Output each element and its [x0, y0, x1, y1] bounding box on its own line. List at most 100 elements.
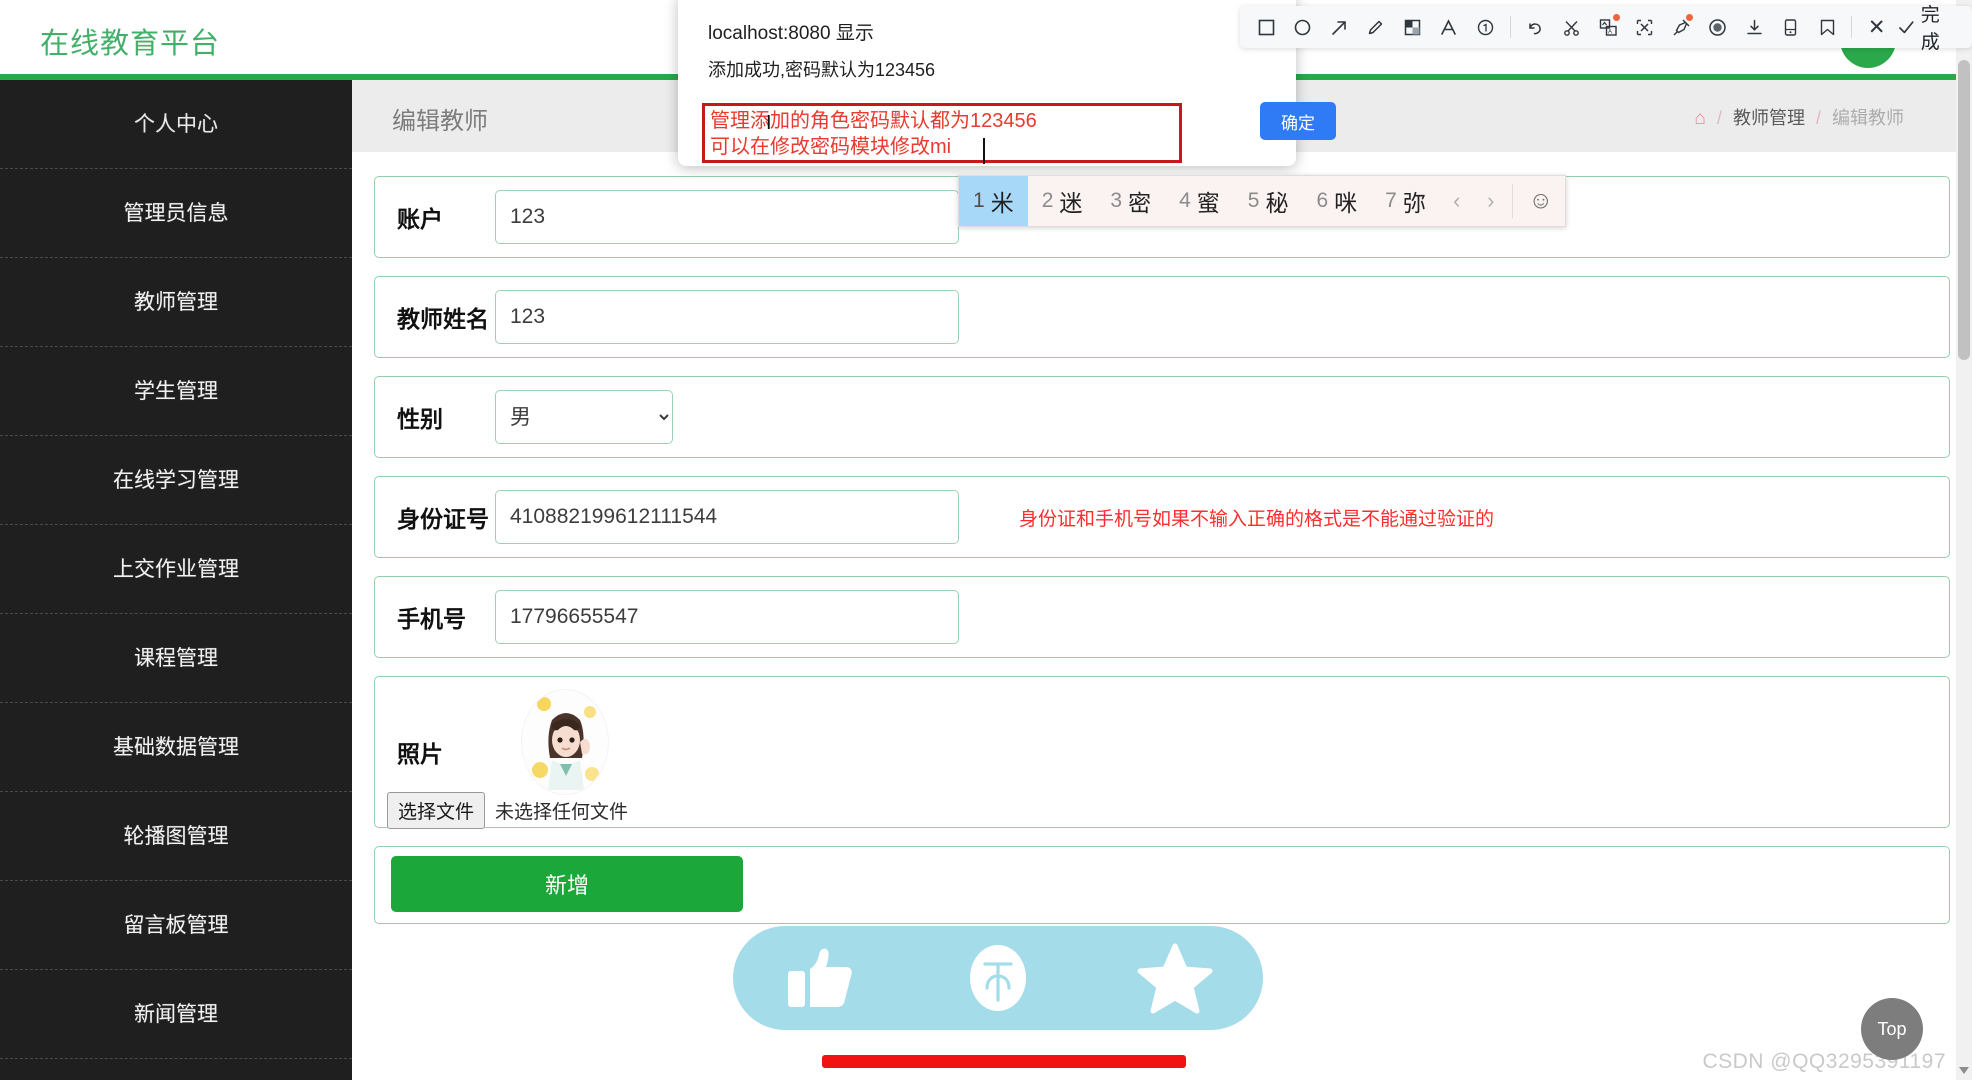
sidebar-item-homework-submission[interactable]: 上交作业管理 — [0, 525, 352, 614]
label-gender: 性别 — [397, 406, 443, 432]
home-icon[interactable]: ⌂ — [1694, 108, 1705, 129]
screenshot-toolbar: A ✕ 完成 — [1240, 5, 1972, 53]
confirm-done-button[interactable]: 完成 — [1895, 0, 1964, 54]
teacher-photo-preview — [521, 689, 609, 795]
submit-button[interactable]: 新增 — [391, 856, 743, 912]
breadcrumb-parent[interactable]: 教师管理 — [1733, 108, 1805, 128]
rectangle-icon[interactable] — [1251, 12, 1282, 43]
svg-text:A: A — [1608, 29, 1612, 35]
ime-candidate-7-number: 7 — [1385, 189, 1397, 212]
site-title: 在线教育平台 — [40, 28, 221, 60]
sidebar-item-carousel[interactable]: 轮播图管理 — [0, 792, 352, 881]
ime-candidate-1[interactable]: 1 米 — [959, 176, 1028, 226]
form-row-teacher-name: 教师姓名 — [374, 276, 1950, 358]
label-phone: 手机号 — [397, 606, 466, 632]
page-title: 编辑教师 — [392, 108, 488, 135]
ime-candidate-6-word: 咪 — [1334, 190, 1358, 216]
sidebar-item-admin-info[interactable]: 管理员信息 — [0, 169, 352, 258]
record-icon[interactable] — [1702, 12, 1733, 43]
scrollbar-thumb[interactable] — [1958, 60, 1970, 360]
mosaic-icon[interactable] — [1397, 12, 1428, 43]
back-to-top-button[interactable]: Top — [1861, 998, 1923, 1060]
sidebar-item-personal-center[interactable]: 个人中心 — [0, 80, 352, 169]
teacher-form: 账户 教师姓名 性别 男 女 身份证号 身份证和手机号如果不输入正确的格式 — [352, 176, 1972, 924]
breadcrumb-separator-1: / — [1716, 108, 1722, 128]
app-root: 在线教育平台 个人中心 管理员信息 教师管理 学生管理 在线学习管理 上交作业管… — [0, 0, 1972, 1080]
teacher-name-input[interactable] — [495, 290, 959, 344]
scissors-icon[interactable] — [1556, 12, 1587, 43]
close-icon[interactable]: ✕ — [1861, 12, 1892, 43]
sidebar-item-student-management[interactable]: 学生管理 — [0, 347, 352, 436]
ime-candidate-3[interactable]: 3 密 — [1096, 176, 1165, 226]
ime-candidate-1-number: 1 — [973, 189, 985, 212]
sidebar-item-news[interactable]: 新闻管理 — [0, 970, 352, 1059]
done-label: 完成 — [1920, 5, 1940, 53]
annotation-line-1: 管理添加的角色密码默认都为123456 — [710, 110, 1037, 132]
check-icon — [1899, 20, 1914, 33]
gender-select[interactable]: 男 女 — [495, 390, 673, 444]
download-icon[interactable] — [1739, 12, 1770, 43]
ime-prev-page-icon[interactable]: ‹ — [1440, 176, 1474, 226]
breadcrumb: ⌂ / 教师管理 / 编辑教师 — [1694, 104, 1904, 130]
photo-file-control: 选择文件 未选择任何文件 — [387, 792, 628, 829]
ime-candidate-2-word: 迷 — [1059, 190, 1083, 216]
form-row-phone: 手机号 — [374, 576, 1950, 658]
sidebar-item-message-board[interactable]: 留言板管理 — [0, 881, 352, 970]
arrow-icon[interactable] — [1324, 12, 1355, 43]
dialog-origin-text: localhost:8080 显示 — [708, 23, 874, 44]
ime-emoji-icon[interactable]: ☺ — [1517, 176, 1565, 226]
toolbar-divider-1 — [1509, 16, 1511, 38]
sidebar-item-teacher-management[interactable]: 教师管理 — [0, 258, 352, 347]
dialog-ok-button[interactable]: 确定 — [1260, 102, 1336, 140]
send-to-phone-icon[interactable] — [1775, 12, 1806, 43]
ime-candidate-5[interactable]: 5 秘 — [1234, 176, 1303, 226]
id-card-input[interactable] — [495, 490, 959, 544]
ime-candidate-3-word: 密 — [1128, 190, 1152, 216]
text-icon[interactable] — [1434, 12, 1465, 43]
translate-icon[interactable] — [1629, 12, 1660, 43]
annotation-line-2: 可以在修改密码模块修改mi — [710, 136, 952, 158]
csdn-bu-icon[interactable] — [952, 939, 1044, 1017]
ime-next-page-icon[interactable]: › — [1474, 176, 1508, 226]
sidebar-item-online-learning[interactable]: 在线学习管理 — [0, 436, 352, 525]
thumbs-up-icon[interactable] — [775, 939, 867, 1017]
ime-candidate-7-word: 弥 — [1402, 190, 1426, 216]
annotation-underline — [822, 1055, 1186, 1068]
ime-candidate-2[interactable]: 2 迷 — [1028, 176, 1097, 226]
pin-icon[interactable] — [1666, 12, 1697, 43]
ocr-icon[interactable]: A — [1593, 12, 1624, 43]
ime-candidate-4[interactable]: 4 蜜 — [1165, 176, 1234, 226]
ime-divider — [1511, 184, 1513, 218]
text-cursor-icon: I — [766, 112, 772, 134]
ime-candidate-6[interactable]: 6 咪 — [1302, 176, 1371, 226]
ime-candidate-bar: 1 米 2 迷 3 密 4 蜜 5 秘 6 咪 7 弥 ‹ › ☺ — [958, 175, 1566, 227]
star-icon[interactable] — [1129, 939, 1221, 1017]
no-file-selected-text: 未选择任何文件 — [495, 802, 629, 823]
sidebar-item-basic-data[interactable]: 基础数据管理 — [0, 703, 352, 792]
ime-candidate-4-number: 4 — [1179, 189, 1191, 212]
ime-candidate-6-number: 6 — [1316, 189, 1329, 212]
scroll-down-arrow-icon[interactable] — [1959, 1067, 1969, 1074]
phone-input[interactable] — [495, 590, 959, 644]
ime-candidate-3-number: 3 — [1110, 189, 1123, 212]
form-row-submit: 新增 — [374, 846, 1950, 924]
annotation-text: 管理添加的角色密码默认都为123456 可以在修改密码模块修改mi — [710, 108, 1180, 160]
undo-icon[interactable] — [1520, 12, 1551, 43]
ime-candidate-7[interactable]: 7 弥 — [1371, 176, 1440, 226]
dialog-message-text: 添加成功,密码默认为123456 — [708, 60, 936, 80]
ocr-badge-dot — [1613, 13, 1621, 21]
label-id-card: 身份证号 — [397, 506, 489, 532]
account-input[interactable] — [495, 190, 959, 244]
toolbar-divider-2 — [1851, 16, 1853, 38]
choose-file-button[interactable]: 选择文件 — [387, 792, 486, 829]
ellipse-icon[interactable] — [1288, 12, 1319, 43]
bookmark-icon[interactable] — [1812, 12, 1843, 43]
page-scrollbar[interactable] — [1956, 0, 1972, 1080]
form-row-gender: 性别 男 女 — [374, 376, 1950, 458]
sidebar: 个人中心 管理员信息 教师管理 学生管理 在线学习管理 上交作业管理 课程管理 … — [0, 80, 352, 1080]
sidebar-item-course-management[interactable]: 课程管理 — [0, 614, 352, 703]
form-row-id-card: 身份证号 身份证和手机号如果不输入正确的格式是不能通过验证的 — [374, 476, 1950, 558]
pencil-icon[interactable] — [1361, 12, 1392, 43]
number-marker-icon[interactable] — [1470, 12, 1501, 43]
label-account: 账户 — [397, 206, 443, 232]
